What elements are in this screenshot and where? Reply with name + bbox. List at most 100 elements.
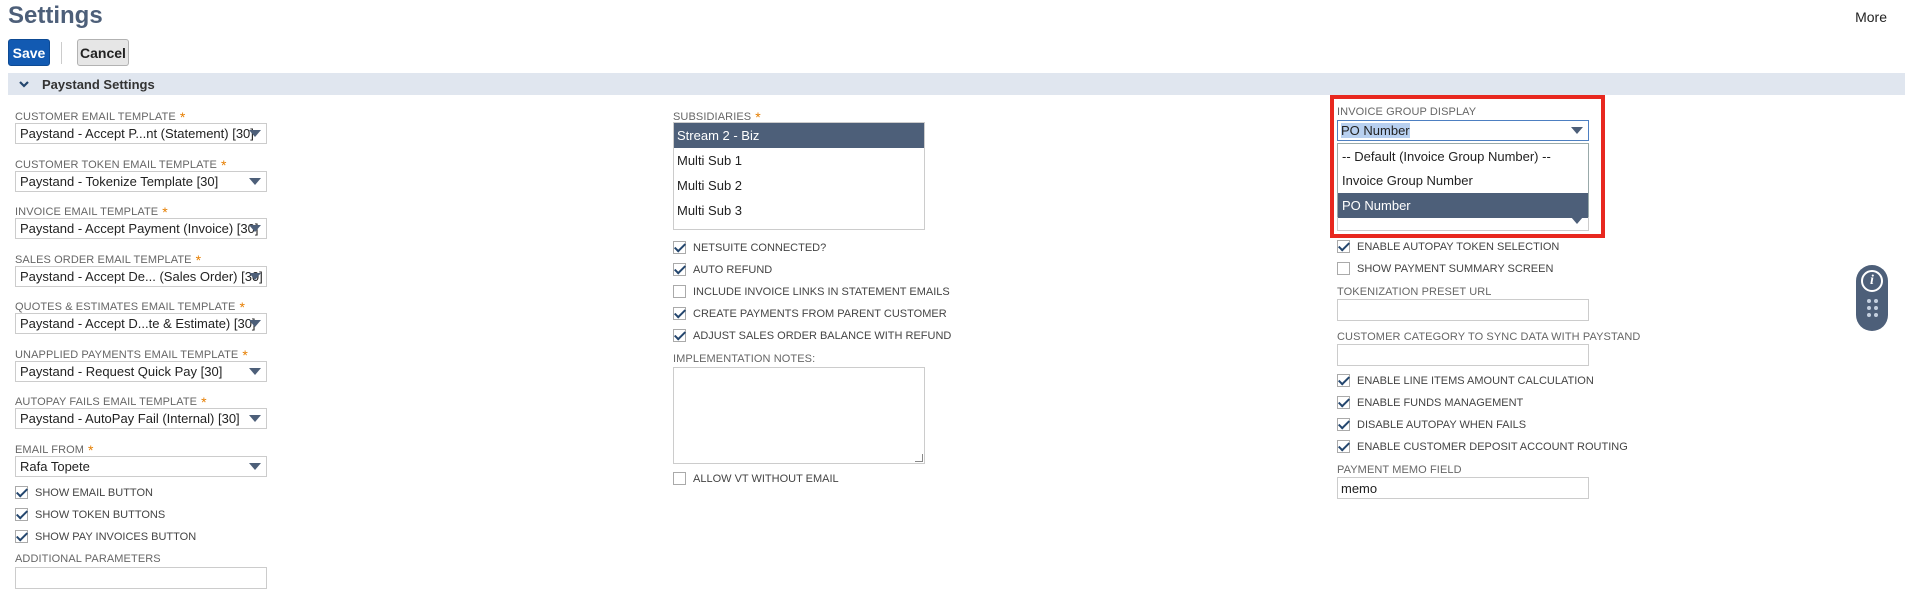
checkbox-unchecked-icon[interactable] bbox=[673, 472, 686, 485]
unapplied-payments-email-template-select[interactable]: Paystand - Request Quick Pay [30] bbox=[15, 361, 267, 382]
save-button[interactable]: Save bbox=[8, 39, 50, 66]
checkbox-checked-icon[interactable] bbox=[673, 263, 686, 276]
disable-autopay-when-fails-checkbox[interactable]: DISABLE AUTOPAY WHEN FAILS bbox=[1337, 418, 1526, 431]
chevron-down-icon[interactable] bbox=[18, 78, 30, 90]
help-widget[interactable]: i bbox=[1856, 265, 1888, 331]
create-payments-from-parent-checkbox[interactable]: CREATE PAYMENTS FROM PARENT CUSTOMER bbox=[673, 307, 947, 320]
checkbox-label: INCLUDE INVOICE LINKS IN STATEMENT EMAIL… bbox=[693, 285, 950, 298]
select-value: Paystand - Accept De... (Sales Order) [3… bbox=[20, 269, 263, 284]
checkbox-checked-icon[interactable] bbox=[1337, 374, 1350, 387]
drag-handle-icon[interactable] bbox=[1866, 299, 1878, 317]
select-value: Paystand - Request Quick Pay [30] bbox=[20, 364, 223, 379]
highlight-box bbox=[1330, 95, 1605, 238]
email-from-select[interactable]: Rafa Topete bbox=[15, 456, 267, 477]
tokenization-preset-url-input[interactable] bbox=[1337, 299, 1589, 321]
payment-memo-field-label: PAYMENT MEMO FIELD bbox=[1337, 464, 1462, 476]
quotes-estimates-email-template-select[interactable]: Paystand - Accept D...te & Estimate) [30… bbox=[15, 313, 267, 334]
adjust-sales-order-balance-checkbox[interactable]: ADJUST SALES ORDER BALANCE WITH REFUND bbox=[673, 329, 951, 342]
checkbox-unchecked-icon[interactable] bbox=[673, 285, 686, 298]
show-token-buttons-checkbox[interactable]: SHOW TOKEN BUTTONS bbox=[15, 508, 165, 521]
select-value: Paystand - AutoPay Fail (Internal) [30] bbox=[20, 411, 240, 426]
additional-parameters-input[interactable] bbox=[15, 567, 267, 589]
include-invoice-links-checkbox[interactable]: INCLUDE INVOICE LINKS IN STATEMENT EMAIL… bbox=[673, 285, 950, 298]
netsuite-connected-checkbox[interactable]: NETSUITE CONNECTED? bbox=[673, 241, 826, 254]
checkbox-label: ALLOW VT WITHOUT EMAIL bbox=[693, 472, 839, 485]
select-value: Rafa Topete bbox=[20, 459, 90, 474]
show-pay-invoices-button-checkbox[interactable]: SHOW PAY INVOICES BUTTON bbox=[15, 530, 196, 543]
checkbox-label: SHOW PAY INVOICES BUTTON bbox=[35, 530, 197, 543]
more-menu-button[interactable]: More bbox=[1855, 9, 1887, 25]
invoice-email-template-select[interactable]: Paystand - Accept Payment (Invoice) [30] bbox=[15, 218, 267, 239]
checkbox-checked-icon[interactable] bbox=[1337, 418, 1350, 431]
customer-email-template-select[interactable]: Paystand - Accept P...nt (Statement) [30… bbox=[15, 123, 267, 144]
checkbox-checked-icon[interactable] bbox=[1337, 240, 1350, 253]
subsidiary-option[interactable]: Stream 2 - Biz bbox=[674, 123, 924, 148]
checkbox-label: ENABLE FUNDS MANAGEMENT bbox=[1357, 396, 1524, 409]
dropdown-arrow-icon bbox=[249, 130, 261, 137]
subsidiaries-label: SUBSIDIARIES * bbox=[673, 109, 761, 125]
dropdown-arrow-icon bbox=[249, 368, 261, 375]
select-value: Paystand - Accept D...te & Estimate) [30… bbox=[20, 316, 256, 331]
info-icon[interactable]: i bbox=[1861, 270, 1883, 292]
checkbox-checked-icon[interactable] bbox=[15, 508, 28, 521]
customer-email-template-label: CUSTOMER EMAIL TEMPLATE * bbox=[15, 109, 186, 125]
customer-token-email-template-select[interactable]: Paystand - Tokenize Template [30] bbox=[15, 171, 267, 192]
checkbox-label: ADJUST SALES ORDER BALANCE WITH REFUND bbox=[693, 329, 952, 342]
dropdown-arrow-icon bbox=[249, 463, 261, 470]
autopay-fails-email-template-label: AUTOPAY FAILS EMAIL TEMPLATE * bbox=[15, 394, 207, 410]
enable-autopay-token-selection-checkbox[interactable]: ENABLE AUTOPAY TOKEN SELECTION bbox=[1337, 240, 1559, 253]
select-value: Paystand - Tokenize Template [30] bbox=[20, 174, 219, 189]
invoice-email-template-label: INVOICE EMAIL TEMPLATE * bbox=[15, 204, 168, 220]
checkbox-label: ENABLE AUTOPAY TOKEN SELECTION bbox=[1357, 240, 1560, 253]
subsidiary-option[interactable]: Multi Sub 3 bbox=[674, 198, 924, 223]
section-title: Paystand Settings bbox=[42, 76, 155, 92]
checkbox-checked-icon[interactable] bbox=[15, 530, 28, 543]
quotes-estimates-email-template-label: QUOTES & ESTIMATES EMAIL TEMPLATE * bbox=[15, 299, 246, 315]
cancel-button[interactable]: Cancel bbox=[77, 39, 129, 66]
select-value: Paystand - Accept P...nt (Statement) [30… bbox=[20, 126, 254, 141]
checkbox-checked-icon[interactable] bbox=[1337, 396, 1350, 409]
select-value: Paystand - Accept Payment (Invoice) [30] bbox=[20, 221, 259, 236]
enable-line-items-amount-checkbox[interactable]: ENABLE LINE ITEMS AMOUNT CALCULATION bbox=[1337, 374, 1594, 387]
payment-memo-field-input[interactable]: memo bbox=[1337, 477, 1589, 499]
allow-vt-without-email-checkbox[interactable]: ALLOW VT WITHOUT EMAIL bbox=[673, 472, 839, 485]
resize-handle-icon[interactable] bbox=[915, 454, 923, 462]
customer-category-label: CUSTOMER CATEGORY TO SYNC DATA WITH PAYS… bbox=[1337, 331, 1641, 343]
section-header-paystand-settings[interactable]: Paystand Settings bbox=[8, 73, 1905, 95]
sales-order-email-template-select[interactable]: Paystand - Accept De... (Sales Order) [3… bbox=[15, 266, 267, 287]
autopay-fails-email-template-select[interactable]: Paystand - AutoPay Fail (Internal) [30] bbox=[15, 408, 267, 429]
additional-parameters-label: ADDITIONAL PARAMETERS bbox=[15, 553, 161, 565]
checkbox-label: SHOW TOKEN BUTTONS bbox=[35, 508, 166, 521]
checkbox-unchecked-icon[interactable] bbox=[1337, 262, 1350, 275]
checkbox-label: AUTO REFUND bbox=[693, 263, 773, 276]
checkbox-checked-icon[interactable] bbox=[1337, 440, 1350, 453]
subsidiary-option[interactable]: Multi Sub 2 bbox=[674, 173, 924, 198]
subsidiary-option[interactable]: Multi Sub 1 bbox=[674, 148, 924, 173]
dropdown-arrow-icon bbox=[249, 415, 261, 422]
tokenization-preset-url-label: TOKENIZATION PRESET URL bbox=[1337, 286, 1492, 298]
enable-customer-deposit-routing-checkbox[interactable]: ENABLE CUSTOMER DEPOSIT ACCOUNT ROUTING bbox=[1337, 440, 1628, 453]
customer-token-email-template-label: CUSTOMER TOKEN EMAIL TEMPLATE * bbox=[15, 157, 227, 173]
unapplied-payments-email-template-label: UNAPPLIED PAYMENTS EMAIL TEMPLATE * bbox=[15, 347, 248, 363]
page-title: Settings bbox=[8, 2, 103, 29]
checkbox-label: DISABLE AUTOPAY WHEN FAILS bbox=[1357, 418, 1527, 431]
implementation-notes-label: IMPLEMENTATION NOTES: bbox=[673, 353, 816, 365]
sales-order-email-template-label: SALES ORDER EMAIL TEMPLATE * bbox=[15, 252, 202, 268]
email-from-label: EMAIL FROM * bbox=[15, 442, 94, 458]
show-email-button-checkbox[interactable]: SHOW EMAIL BUTTON bbox=[15, 486, 153, 499]
checkbox-checked-icon[interactable] bbox=[673, 241, 686, 254]
checkbox-checked-icon[interactable] bbox=[673, 307, 686, 320]
checkbox-label: NETSUITE CONNECTED? bbox=[693, 241, 827, 254]
subsidiaries-multiselect[interactable]: Stream 2 - Biz Multi Sub 1 Multi Sub 2 M… bbox=[673, 122, 925, 230]
show-payment-summary-checkbox[interactable]: SHOW PAYMENT SUMMARY SCREEN bbox=[1337, 262, 1553, 275]
checkbox-checked-icon[interactable] bbox=[15, 486, 28, 499]
checkbox-label: ENABLE CUSTOMER DEPOSIT ACCOUNT ROUTING bbox=[1357, 440, 1628, 453]
auto-refund-checkbox[interactable]: AUTO REFUND bbox=[673, 263, 772, 276]
dropdown-arrow-icon bbox=[249, 178, 261, 185]
implementation-notes-textarea[interactable] bbox=[673, 367, 925, 464]
checkbox-checked-icon[interactable] bbox=[673, 329, 686, 342]
checkbox-label: SHOW EMAIL BUTTON bbox=[35, 486, 153, 499]
enable-funds-management-checkbox[interactable]: ENABLE FUNDS MANAGEMENT bbox=[1337, 396, 1523, 409]
customer-category-input[interactable] bbox=[1337, 344, 1589, 366]
dropdown-arrow-icon bbox=[249, 225, 261, 232]
